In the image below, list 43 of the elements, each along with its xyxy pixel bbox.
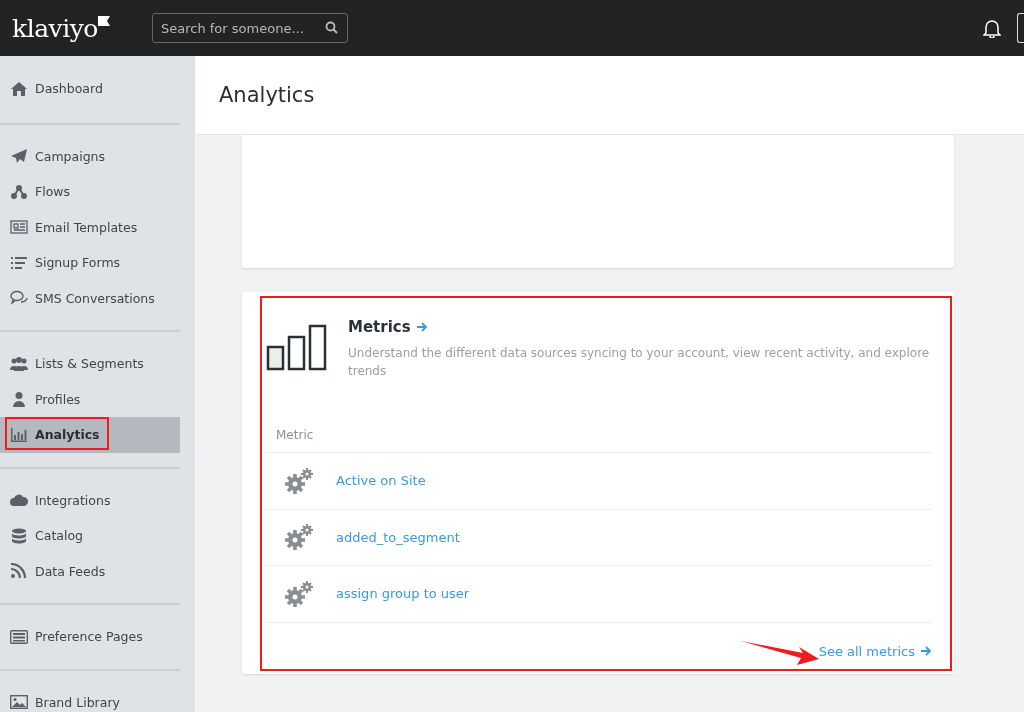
list-card-icon (10, 628, 28, 645)
search-field[interactable]: Search for someone... (152, 13, 348, 43)
column-header: Metric (266, 428, 932, 453)
image-icon (10, 694, 28, 711)
sidebar-item[interactable]: SMS Conversations (0, 280, 180, 316)
rss-icon (10, 563, 28, 580)
sidebar-item[interactable]: Lists & Segments (0, 346, 180, 382)
sidebar-item[interactable]: Profiles (0, 381, 180, 417)
newspaper-icon (10, 219, 28, 236)
arrow-right-icon (416, 322, 428, 332)
bar-chart-icon (10, 426, 28, 443)
page-title: Analytics (219, 83, 315, 107)
bell-icon[interactable] (983, 18, 1001, 38)
database-icon (10, 527, 28, 544)
chat-icon (10, 290, 28, 307)
sidebar-item[interactable]: Email Templates (0, 209, 180, 245)
sidebar-item[interactable]: Dashboard (0, 71, 180, 107)
sidebar-item[interactable]: Data Feeds (0, 553, 180, 589)
cloud-icon (10, 492, 28, 509)
sidebar-item[interactable]: Catalog (0, 518, 180, 554)
house-icon (10, 80, 28, 97)
person-icon (10, 391, 28, 408)
gears-icon (284, 579, 314, 608)
account-button[interactable] (1017, 13, 1024, 43)
people-icon (10, 355, 28, 372)
sidebar-item[interactable]: Campaigns (0, 138, 180, 174)
gears-icon (284, 466, 314, 495)
sidebar-item[interactable]: Flows (0, 174, 180, 210)
sidebar-item[interactable]: Brand Library (0, 684, 180, 712)
paper-plane-icon (10, 148, 28, 165)
flow-icon (10, 183, 28, 200)
sidebar-item[interactable]: Integrations (0, 482, 180, 518)
logo[interactable]: klaviyo (12, 13, 152, 43)
sidebar-item[interactable]: Preference Pages (0, 619, 180, 655)
description: Understand the different data sources syncing to your account, view recent activity, and explore trends (348, 345, 931, 380)
sidebar-item[interactable]: Signup Forms (0, 245, 180, 281)
search-icon (325, 21, 338, 34)
metrics-link[interactable]: Metrics (348, 318, 932, 336)
bar-chart-icon (266, 324, 328, 372)
list-icon (10, 254, 28, 271)
gears-icon (284, 523, 314, 552)
sidebar-item[interactable]: Analytics (0, 417, 180, 453)
arrow-right-icon (921, 646, 932, 656)
